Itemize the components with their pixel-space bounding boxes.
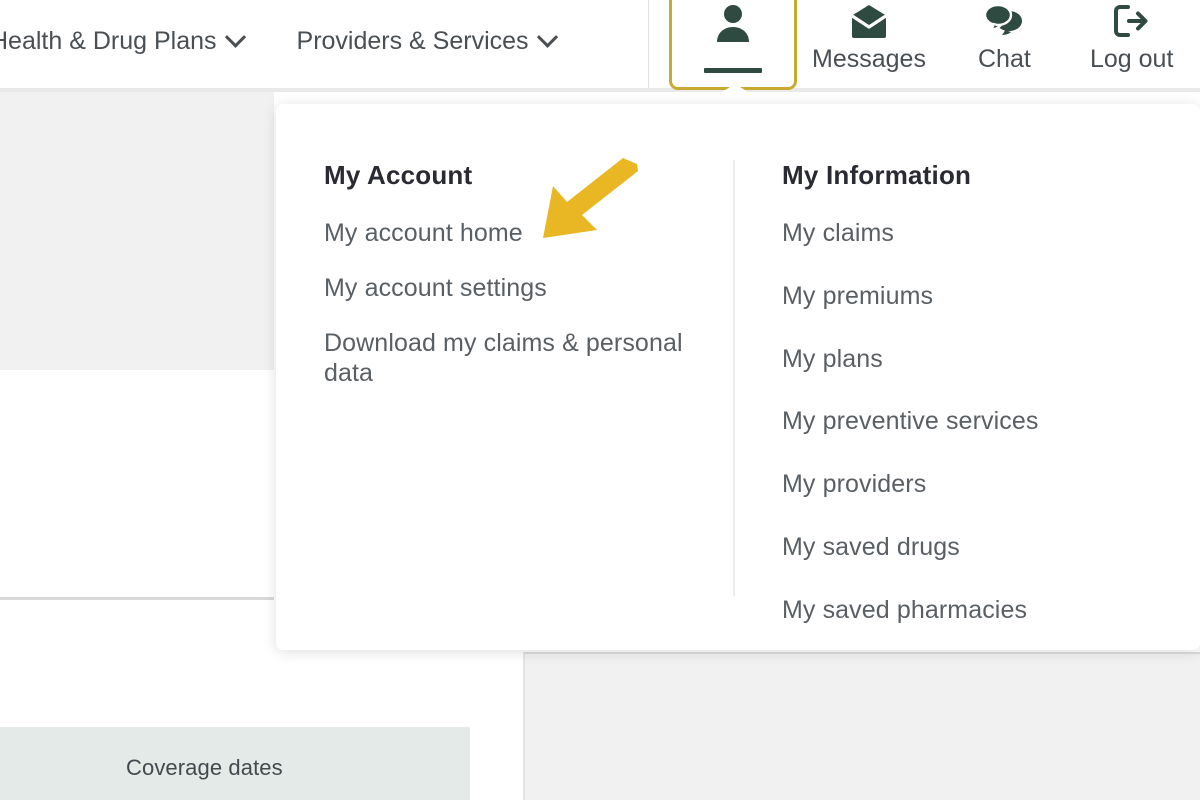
menu-item-my-claims[interactable]: My claims (782, 218, 1162, 249)
menu-item-my-premiums[interactable]: My premiums (782, 281, 1162, 312)
menu-item-download-my-claims-and-personal-data[interactable]: Download my claims & personal data (324, 328, 714, 390)
my-information-heading: My Information (782, 160, 972, 190)
menu-item-my-account-settings[interactable]: My account settings (324, 273, 714, 304)
nav-item-providers-and-services-label: Providers & Services (296, 26, 529, 55)
nav-action-messages[interactable]: Messages (812, 4, 926, 74)
nav-action-chat[interactable]: Chat (978, 3, 1031, 74)
menu-item-my-plans[interactable]: My plans (782, 344, 1162, 375)
dropdown-pointer-caret (712, 84, 758, 98)
nav-action-chat-label: Chat (978, 45, 1031, 73)
nav-action-log-out[interactable]: Log out (1090, 4, 1173, 74)
nav-action-log-out-label: Log out (1090, 45, 1174, 73)
nav-action-messages-label: Messages (812, 45, 926, 73)
menu-item-my-providers[interactable]: My providers (782, 469, 1162, 500)
envelope-icon (849, 4, 889, 43)
nav-item-health-and-drug-plans-label: Health & Drug Plans (0, 26, 217, 55)
account-menu-button[interactable] (669, 0, 797, 90)
menu-item-my-saved-drugs[interactable]: My saved drugs (782, 532, 1162, 563)
primary-nav-links: Health & Drug Plans Providers & Services (0, 18, 558, 64)
navigation-bottom-border (0, 88, 1200, 92)
page-root: Coverage dates My Account My account hom… (0, 0, 1200, 800)
background-gray-band (0, 92, 274, 370)
dropdown-column-my-information: My Information My claims My premiums My … (782, 160, 1162, 657)
menu-item-my-saved-pharmacies[interactable]: My saved pharmacies (782, 595, 1162, 626)
chat-bubbles-icon (983, 3, 1025, 43)
dropdown-column-my-account: My Account My account home My account se… (324, 160, 714, 389)
background-right-gray-panel (523, 652, 1200, 800)
nav-item-providers-and-services[interactable]: Providers & Services (296, 26, 558, 56)
chevron-down-icon (536, 26, 558, 48)
logout-exit-icon (1111, 4, 1153, 43)
nav-item-health-and-drug-plans[interactable]: Health & Drug Plans (0, 26, 246, 56)
account-dropdown-menu: My Account My account home My account se… (276, 104, 1200, 650)
menu-item-my-preventive-services[interactable]: My preventive services (782, 406, 1162, 437)
chevron-down-icon (224, 26, 246, 48)
menu-item-my-account-home[interactable]: My account home (324, 218, 714, 249)
user-account-icon (713, 2, 753, 49)
background-white-card (0, 370, 274, 598)
my-account-heading: My Account (324, 160, 473, 190)
account-active-indicator (704, 68, 762, 73)
nav-section-separator (648, 0, 649, 88)
coverage-dates-label: Coverage dates (126, 755, 283, 780)
top-navigation-bar: Health & Drug Plans Providers & Services (0, 0, 1200, 98)
dropdown-column-divider (733, 160, 735, 596)
